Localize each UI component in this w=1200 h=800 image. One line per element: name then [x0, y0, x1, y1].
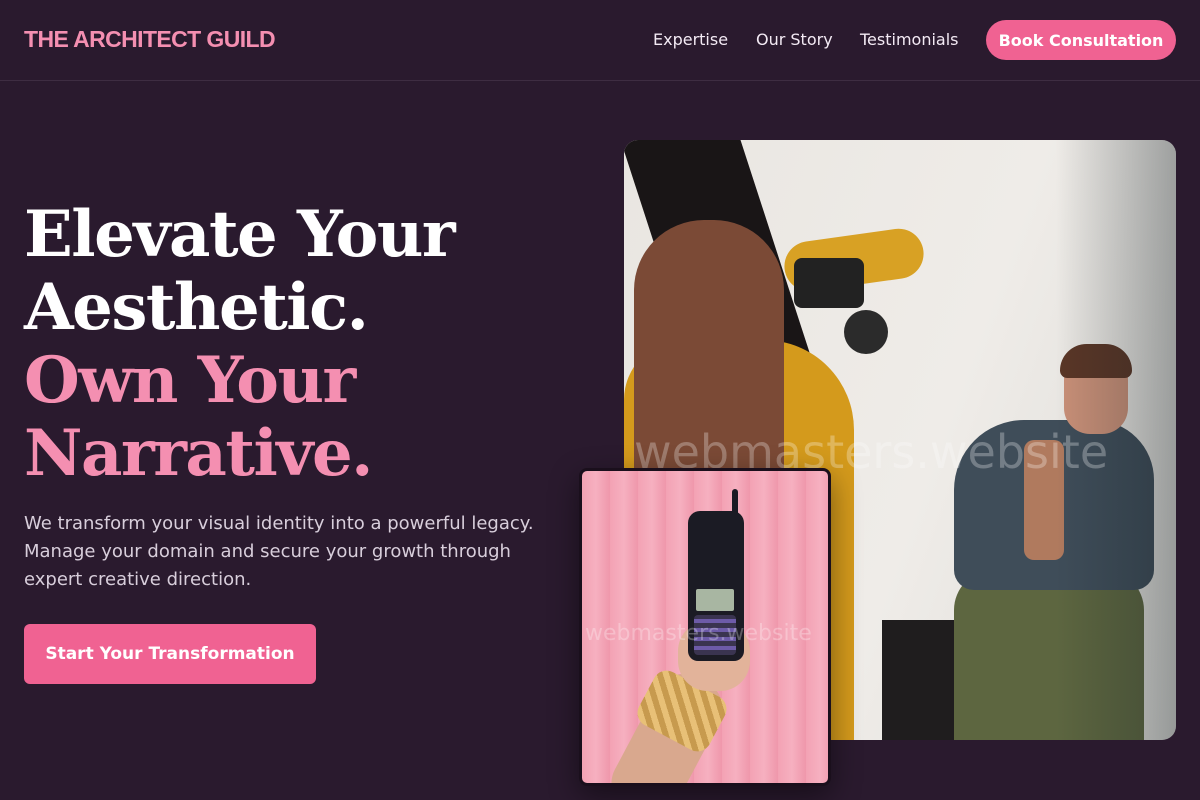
start-transformation-button[interactable]: Start Your Transformation [24, 624, 316, 684]
book-consultation-button[interactable]: Book Consultation [986, 20, 1176, 60]
hero-title-line: Elevate Your [24, 197, 456, 272]
camera-shape [794, 258, 864, 308]
nav-link-testimonials[interactable]: Testimonials [860, 30, 959, 49]
nav-link-our-story[interactable]: Our Story [756, 30, 833, 49]
hero-title-accent-line: Narrative. [24, 416, 373, 491]
hero-inset-photo: webmasters.website [579, 468, 831, 786]
nav-link-expertise[interactable]: Expertise [653, 30, 728, 49]
site-header: THE ARCHITECT GUILD Expertise Our Story … [0, 0, 1200, 81]
hero-title-line: Aesthetic. [24, 270, 369, 345]
phone-screen [696, 589, 734, 611]
hero-title-accent-line: Own Your [24, 343, 356, 418]
hero-title: Elevate Your Aesthetic. Own Your Narrati… [24, 198, 584, 490]
camera-lens-shape [844, 310, 888, 354]
site-logo[interactable]: THE ARCHITECT GUILD [24, 26, 276, 53]
photo-watermark: webmasters.website [585, 621, 812, 646]
hero-description: We transform your visual identity into a… [24, 513, 534, 590]
